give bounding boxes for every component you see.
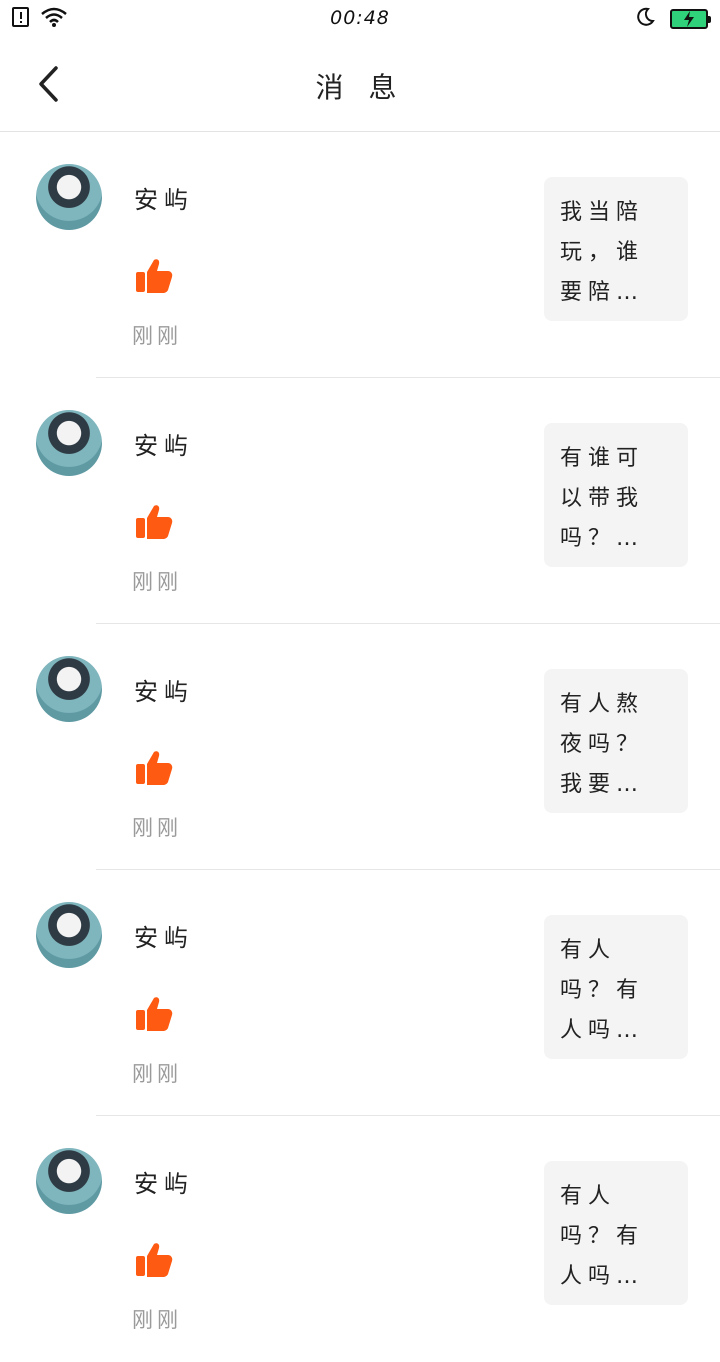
- avatar[interactable]: [36, 164, 102, 230]
- message-preview[interactable]: 有谁可 以带我 吗？…: [544, 423, 688, 567]
- preview-line: 玩，谁: [560, 240, 645, 265]
- preview-line: 有人: [560, 1184, 617, 1209]
- avatar[interactable]: [36, 410, 102, 476]
- username: 安屿: [134, 924, 194, 952]
- message-list: 安屿 刚刚 我当陪 玩，谁 要陪… 安屿 刚刚 有谁可 以带我 吗？… 安屿 刚…: [0, 132, 720, 1362]
- thumbs-up-icon: [136, 1243, 173, 1277]
- time-label: 刚刚: [132, 816, 182, 840]
- moon-icon: [634, 6, 656, 32]
- time-label: 刚刚: [132, 324, 182, 348]
- message-item[interactable]: 安屿 刚刚 有人熬 夜吗？ 我要…: [0, 624, 720, 870]
- thumbs-up-icon: [136, 259, 173, 293]
- username: 安屿: [134, 432, 194, 460]
- message-preview[interactable]: 有人熬 夜吗？ 我要…: [544, 669, 688, 813]
- time-label: 刚刚: [132, 1308, 182, 1332]
- preview-line: 有人熬: [560, 692, 645, 717]
- username: 安屿: [134, 186, 194, 214]
- status-bar: 00:48: [0, 0, 720, 36]
- preview-line: 以带我: [560, 486, 645, 511]
- message-item[interactable]: 安屿 刚刚 我当陪 玩，谁 要陪…: [0, 132, 720, 378]
- username: 安屿: [134, 678, 194, 706]
- preview-line: 人吗…: [560, 1018, 645, 1043]
- preview-line: 吗？有: [560, 1224, 645, 1249]
- message-preview[interactable]: 有人 吗？有 人吗…: [544, 1161, 688, 1305]
- message-item[interactable]: 安屿 刚刚 有人 吗？有 人吗…: [0, 1116, 720, 1362]
- username: 安屿: [134, 1170, 194, 1198]
- preview-line: 人吗…: [560, 1264, 645, 1289]
- avatar[interactable]: [36, 902, 102, 968]
- avatar[interactable]: [36, 656, 102, 722]
- nav-bar: 消 息: [0, 36, 720, 132]
- preview-line: 有人: [560, 938, 617, 963]
- avatar[interactable]: [36, 1148, 102, 1214]
- preview-line: 我当陪: [560, 200, 645, 225]
- message-item[interactable]: 安屿 刚刚 有谁可 以带我 吗？…: [0, 378, 720, 624]
- message-preview[interactable]: 有人 吗？有 人吗…: [544, 915, 688, 1059]
- status-right-icons: [634, 6, 711, 32]
- message-preview[interactable]: 我当陪 玩，谁 要陪…: [544, 177, 688, 321]
- preview-line: 我要…: [560, 772, 645, 797]
- time-label: 刚刚: [132, 570, 182, 594]
- status-time: 00:48: [330, 7, 390, 29]
- preview-line: 要陪…: [560, 280, 645, 305]
- message-item[interactable]: 安屿 刚刚 有人 吗？有 人吗…: [0, 870, 720, 1116]
- preview-line: 有谁可: [560, 446, 645, 471]
- battery-icon: [670, 9, 711, 29]
- thumbs-up-icon: [136, 505, 173, 539]
- thumbs-up-icon: [136, 751, 173, 785]
- time-label: 刚刚: [132, 1062, 182, 1086]
- thumbs-up-icon: [136, 997, 173, 1031]
- page-title: 消 息: [315, 71, 405, 104]
- preview-line: 吗？有: [560, 978, 645, 1003]
- preview-line: 夜吗？: [560, 732, 645, 757]
- preview-line: 吗？…: [560, 526, 645, 551]
